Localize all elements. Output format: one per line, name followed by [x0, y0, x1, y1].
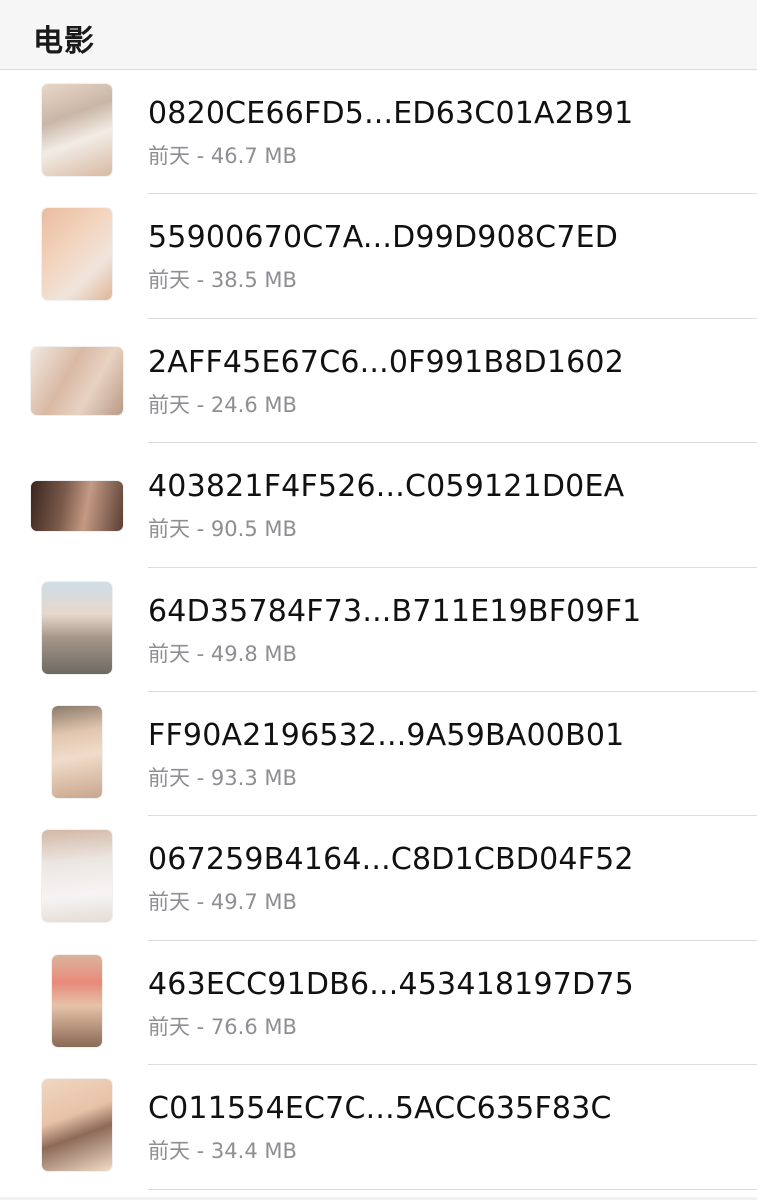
file-name: 067259B4164...C8D1CBD04F52 — [148, 842, 634, 878]
file-meta: 前天 - 90.5 MB — [148, 517, 297, 542]
file-name: 2AFF45E67C6...0F991B8D1602 — [148, 344, 624, 380]
video-thumbnail — [52, 954, 102, 1047]
video-thumbnail — [42, 830, 112, 923]
file-meta: 前天 - 93.3 MB — [148, 765, 297, 790]
nav-header: 电影 — [0, 0, 757, 70]
video-thumbnail — [31, 346, 123, 415]
file-name: FF90A2196532...9A59BA00B01 — [148, 717, 625, 753]
video-thumbnail — [31, 481, 123, 532]
file-row[interactable]: FF90A2196532...9A59BA00B01 前天 - 93.3 MB — [0, 692, 757, 817]
file-meta: 前天 - 38.5 MB — [148, 268, 297, 293]
file-name: C011554EC7C...5ACC635F83C — [148, 1091, 612, 1127]
file-row[interactable]: 0820CE66FD5...ED63C01A2B91 前天 - 46.7 MB — [0, 70, 757, 195]
file-row[interactable]: 64D35784F73...B711E19BF09F1 前天 - 49.8 MB — [0, 568, 757, 692]
file-name: 463ECC91DB6...453418197D75 — [148, 966, 634, 1002]
file-name: 64D35784F73...B711E19BF09F1 — [148, 593, 642, 629]
video-thumbnail — [42, 1079, 112, 1172]
video-thumbnail — [42, 208, 112, 301]
file-row[interactable]: 463ECC91DB6...453418197D75 前天 - 76.6 MB — [0, 941, 757, 1066]
file-name: 0820CE66FD5...ED63C01A2B91 — [148, 96, 634, 131]
file-meta: 前天 - 76.6 MB — [148, 1014, 297, 1039]
file-row[interactable]: 403821F4F526...C059121D0EA 前天 - 90.5 MB — [0, 443, 757, 568]
file-name: 55900670C7A...D99D908C7ED — [148, 220, 619, 256]
file-list: 0820CE66FD5...ED63C01A2B91 前天 - 46.7 MB … — [0, 70, 757, 1190]
file-name: 403821F4F526...C059121D0EA — [148, 469, 625, 505]
video-thumbnail — [42, 581, 112, 674]
file-row[interactable]: C011554EC7C...5ACC635F83C 前天 - 34.4 MB — [0, 1065, 757, 1190]
file-meta: 前天 - 46.7 MB — [148, 144, 297, 168]
file-meta: 前天 - 49.8 MB — [148, 641, 297, 666]
video-thumbnail — [42, 84, 112, 176]
file-row[interactable]: 067259B4164...C8D1CBD04F52 前天 - 49.7 MB — [0, 816, 757, 941]
file-row[interactable]: 2AFF45E67C6...0F991B8D1602 前天 - 24.6 MB — [0, 319, 757, 444]
file-row[interactable]: 55900670C7A...D99D908C7ED 前天 - 38.5 MB — [0, 194, 757, 319]
row-separator — [148, 1188, 757, 1190]
file-meta: 前天 - 49.7 MB — [148, 890, 297, 915]
page-title: 电影 — [33, 24, 95, 59]
video-thumbnail — [52, 705, 102, 798]
file-meta: 前天 - 24.6 MB — [148, 392, 297, 417]
file-meta: 前天 - 34.4 MB — [148, 1139, 297, 1164]
